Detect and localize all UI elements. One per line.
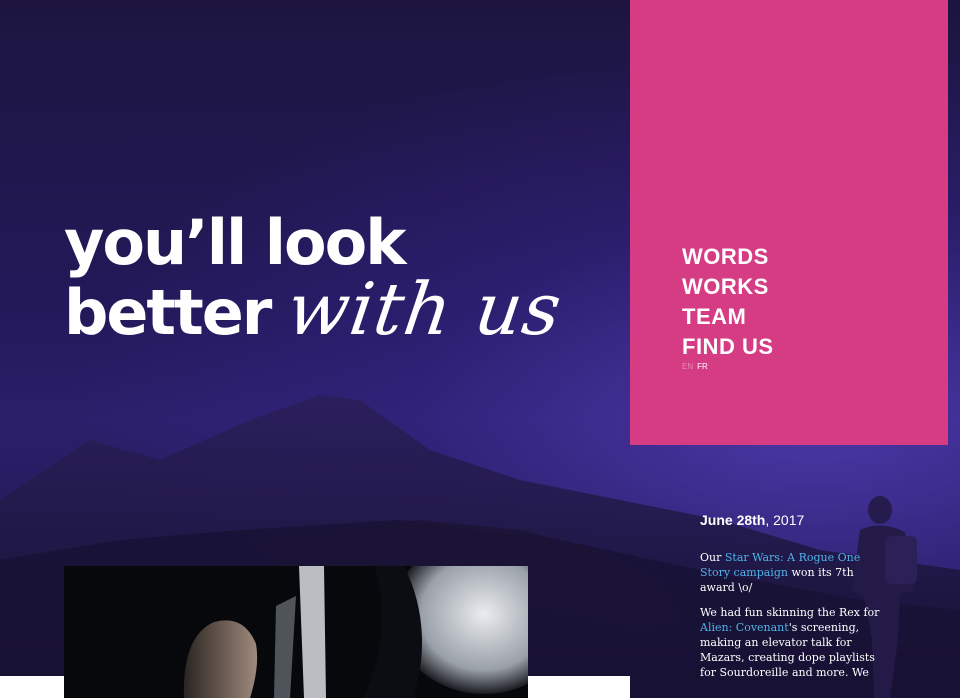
video-thumbnail[interactable]	[64, 566, 528, 698]
bottom-panel-left	[0, 676, 64, 698]
language-fr[interactable]: FR	[697, 362, 708, 371]
menu-item-words[interactable]: WORDS	[682, 242, 774, 272]
news-date: June 28th, 2017	[700, 512, 880, 528]
menu-item-team[interactable]: TEAM	[682, 302, 774, 332]
news-paragraph-1: Our Star Wars: A Rogue One Story campaig…	[700, 550, 880, 595]
menu-panel: WORDS WORKS TEAM FIND US EN FR	[630, 0, 948, 445]
hero-heading: you’ll look better with us	[64, 210, 567, 352]
news-post: June 28th, 2017 Our Star Wars: A Rogue O…	[700, 512, 880, 690]
news-date-bold: June 28th	[700, 512, 766, 528]
news-p2-text: We had fun skinning the Rex for	[700, 606, 880, 619]
hero-line-2-bold: better	[64, 276, 272, 349]
hero-line-2-script: with us	[282, 267, 568, 351]
bottom-panel-right	[528, 676, 630, 698]
video-still	[64, 566, 528, 698]
menu-list: WORDS WORKS TEAM FIND US	[682, 242, 774, 362]
language-en[interactable]: EN	[682, 362, 693, 371]
news-p2-link[interactable]: Alien: Covenant	[700, 621, 789, 634]
language-switcher: EN FR	[682, 362, 708, 371]
hero-line-2: better with us	[64, 267, 567, 351]
news-paragraph-2: We had fun skinning the Rex for Alien: C…	[700, 605, 880, 680]
news-p1-text: Our	[700, 551, 725, 564]
news-date-year: , 2017	[765, 512, 805, 528]
menu-item-works[interactable]: WORKS	[682, 272, 774, 302]
menu-item-find-us[interactable]: FIND US	[682, 332, 774, 362]
